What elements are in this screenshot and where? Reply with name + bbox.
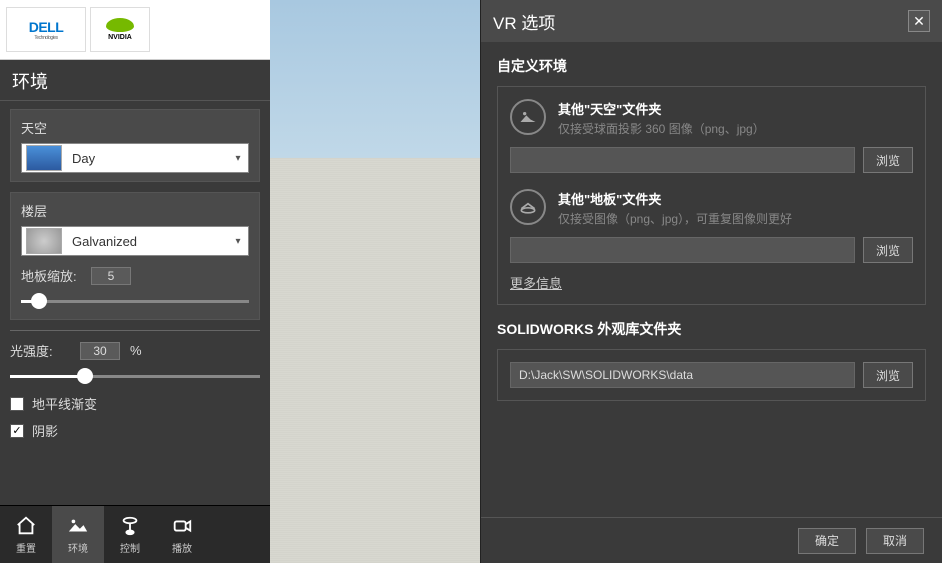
nav-reset-label: 重置: [16, 540, 36, 555]
floor-folder-title: 其他"地板"文件夹: [558, 189, 913, 208]
floor-dropdown[interactable]: Galvanized ▾: [21, 226, 249, 256]
cancel-button[interactable]: 取消: [866, 528, 924, 554]
light-unit: %: [130, 343, 142, 358]
home-icon: [14, 514, 38, 538]
play-icon: [170, 514, 194, 538]
bottom-nav: 重置 环境 控制 播放: [0, 505, 270, 563]
dialog-footer: 确定 取消: [481, 517, 942, 563]
nav-control[interactable]: 控制: [104, 506, 156, 563]
viewport[interactable]: [270, 0, 480, 563]
light-value[interactable]: 30: [80, 342, 120, 360]
sky-section: 天空 Day ▾: [10, 109, 260, 182]
close-icon: ✕: [913, 13, 925, 30]
sky-label: 天空: [21, 118, 249, 137]
nav-env-label: 环境: [68, 540, 88, 555]
floor-scale-label: 地板缩放:: [21, 266, 81, 285]
floor-scale-slider[interactable]: [21, 291, 249, 311]
close-button[interactable]: ✕: [908, 10, 930, 32]
nav-play-label: 播放: [172, 540, 192, 555]
dell-text: DELL: [29, 19, 64, 35]
horizon-checkbox-row[interactable]: 地平线渐变: [10, 394, 260, 413]
floor-folder-sub: 仅接受图像（png、jpg），可重复图像则更好: [558, 210, 913, 227]
floor-value: Galvanized: [66, 234, 228, 249]
sky-value: Day: [66, 151, 228, 166]
shadow-label: 阴影: [32, 421, 58, 440]
slider-knob[interactable]: [31, 293, 47, 309]
floor-label: 楼层: [21, 201, 249, 220]
chevron-down-icon: ▾: [228, 236, 248, 247]
dialog-title: VR 选项: [493, 9, 555, 34]
custom-env-group: 其他"天空"文件夹 仅接受球面投影 360 图像（png、jpg） 浏览 其他"…: [497, 86, 926, 305]
sw-browse-button[interactable]: 浏览: [863, 362, 913, 388]
sky-folder-entry: 其他"天空"文件夹 仅接受球面投影 360 图像（png、jpg）: [510, 99, 913, 137]
floor-scale-value[interactable]: 5: [91, 267, 131, 285]
sw-lib-title: SOLIDWORKS 外观库文件夹: [497, 319, 926, 339]
nvidia-text: NVIDIA: [108, 34, 132, 41]
left-panel: DELL Technologies NVIDIA 环境 天空 Day ▾ 楼层 …: [0, 0, 270, 563]
ok-button[interactable]: 确定: [798, 528, 856, 554]
floor-icon: [510, 189, 546, 225]
floor-thumb-icon: [26, 228, 62, 254]
sky-folder-title: 其他"天空"文件夹: [558, 99, 913, 118]
floor-browse-button[interactable]: 浏览: [863, 237, 913, 263]
landscape-icon: [510, 99, 546, 135]
nvidia-eye-icon: [106, 18, 134, 32]
logo-bar: DELL Technologies NVIDIA: [0, 0, 270, 60]
dialog-header: VR 选项 ✕: [481, 0, 942, 42]
sky-folder-sub: 仅接受球面投影 360 图像（png、jpg）: [558, 120, 913, 137]
joystick-icon: [118, 514, 142, 538]
slider-knob[interactable]: [77, 368, 93, 384]
dell-logo: DELL Technologies: [6, 7, 86, 52]
light-slider[interactable]: [10, 366, 260, 386]
sw-path-input[interactable]: D:\Jack\SW\SOLIDWORKS\data: [510, 362, 855, 388]
sw-lib-group: D:\Jack\SW\SOLIDWORKS\data 浏览: [497, 349, 926, 401]
custom-env-title: 自定义环境: [497, 56, 926, 76]
nav-play[interactable]: 播放: [156, 506, 208, 563]
horizon-checkbox[interactable]: [10, 397, 24, 411]
shadow-checkbox[interactable]: ✓: [10, 424, 24, 438]
sky-dropdown[interactable]: Day ▾: [21, 143, 249, 173]
panel-body: 天空 Day ▾ 楼层 Galvanized ▾ 地板缩放: 5: [0, 101, 270, 505]
nav-env[interactable]: 环境: [52, 506, 104, 563]
nav-reset[interactable]: 重置: [0, 506, 52, 563]
light-label: 光强度:: [10, 341, 70, 360]
floor-scale-row: 地板缩放: 5: [21, 266, 249, 285]
horizon-label: 地平线渐变: [32, 394, 97, 413]
divider: [10, 330, 260, 331]
image-icon: [66, 514, 90, 538]
more-info-link[interactable]: 更多信息: [510, 273, 913, 292]
nvidia-logo: NVIDIA: [90, 7, 150, 52]
floor-section: 楼层 Galvanized ▾ 地板缩放: 5: [10, 192, 260, 320]
floor-folder-entry: 其他"地板"文件夹 仅接受图像（png、jpg），可重复图像则更好: [510, 189, 913, 227]
floor-folder-input[interactable]: [510, 237, 855, 263]
sky-folder-input[interactable]: [510, 147, 855, 173]
shadow-checkbox-row[interactable]: ✓ 阴影: [10, 421, 260, 440]
panel-title: 环境: [0, 60, 270, 101]
nav-control-label: 控制: [120, 540, 140, 555]
vr-options-dialog: VR 选项 ✕ 自定义环境 其他"天空"文件夹 仅接受球面投影 360 图像（p…: [480, 0, 942, 563]
sky-thumb-icon: [26, 145, 62, 171]
sky-browse-button[interactable]: 浏览: [863, 147, 913, 173]
dialog-body: 自定义环境 其他"天空"文件夹 仅接受球面投影 360 图像（png、jpg） …: [481, 42, 942, 517]
chevron-down-icon: ▾: [228, 153, 248, 164]
dell-subtext: Technologies: [34, 35, 57, 41]
light-row: 光强度: 30 %: [10, 341, 260, 360]
